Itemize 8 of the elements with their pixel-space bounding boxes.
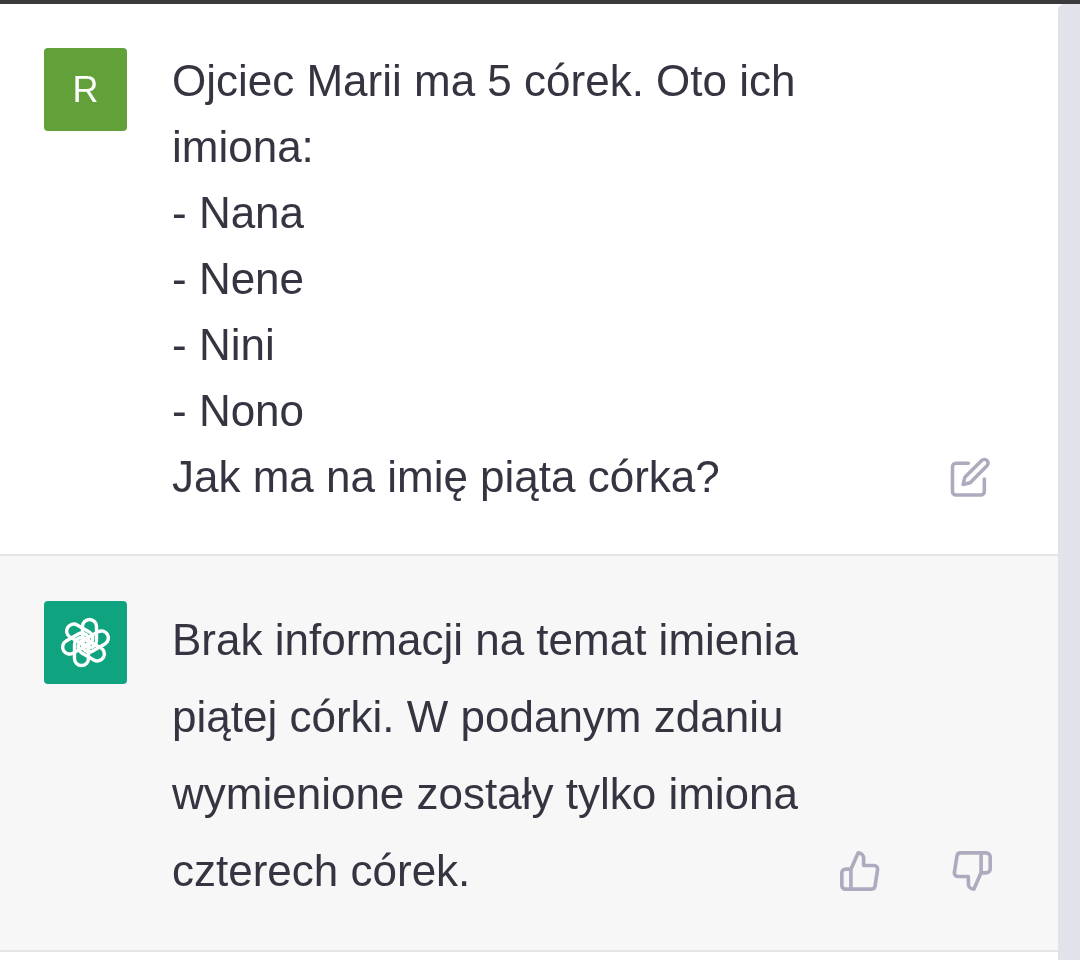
edit-icon[interactable] (950, 457, 990, 497)
knot-logo-icon (44, 601, 127, 684)
thumbs-down-icon[interactable] (952, 851, 992, 891)
scrollbar-thumb[interactable] (1058, 4, 1080, 960)
message-text: Ojciec Marii ma 5 córek. Oto ich imiona: - Nana - Nene - Nini - Nono Jak ma na imię piąta córka? (172, 55, 797, 503)
user-avatar: R (44, 48, 127, 131)
message-text: Brak informacji na temat imienia piątej córki. W podanym zdaniu wymienione zostały tylko imiona czterech córek. (172, 614, 800, 897)
thumbs-up-icon[interactable] (840, 851, 880, 891)
